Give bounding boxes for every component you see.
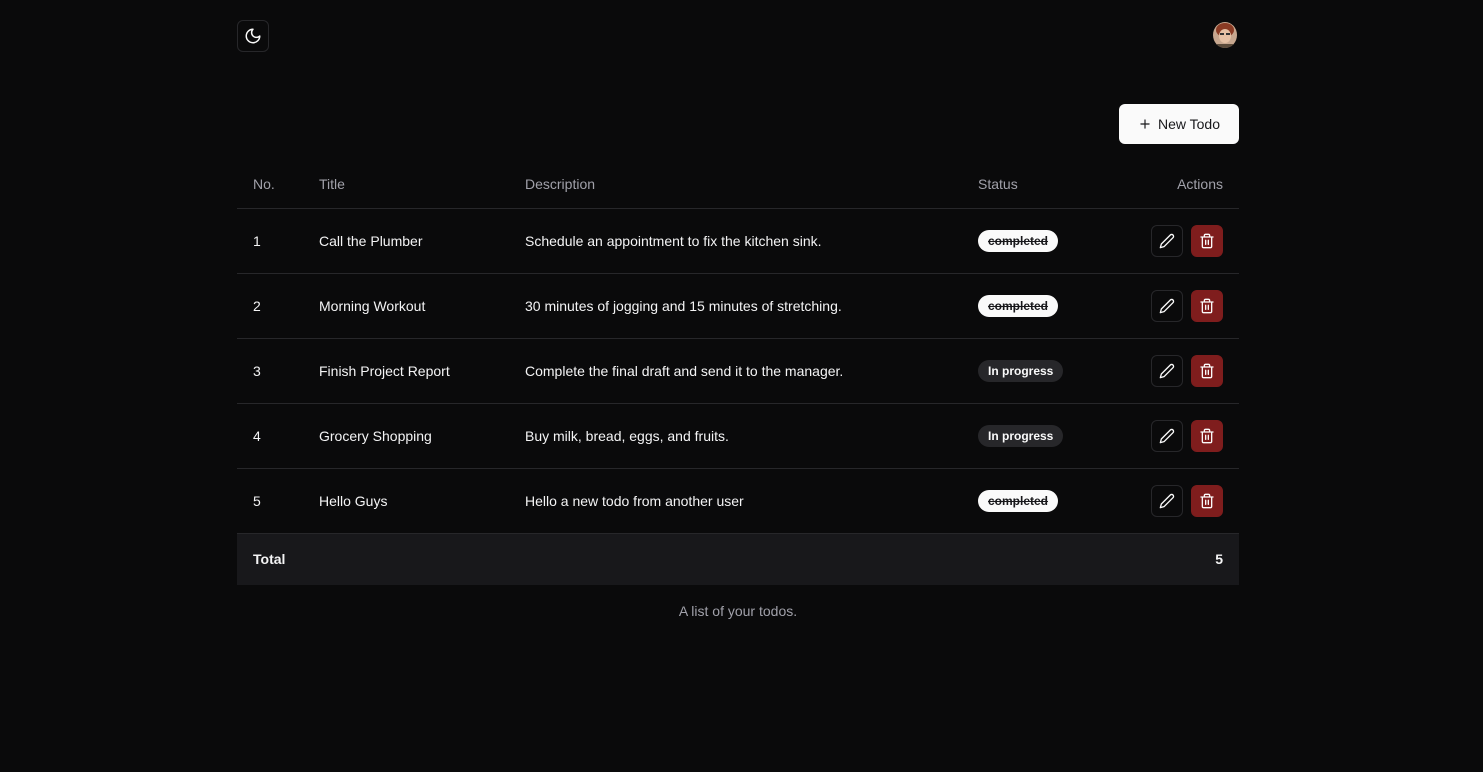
row-description: Complete the final draft and send it to … [509, 338, 962, 404]
trash-icon [1200, 298, 1214, 313]
row-title: Finish Project Report [303, 338, 509, 404]
status-badge: completed [978, 489, 1059, 512]
row-actions [1106, 273, 1239, 339]
avatar-image-icon [1213, 22, 1237, 48]
status-badge: completed [978, 229, 1059, 252]
table-row: 3 Finish Project Report Complete the fin… [237, 338, 1239, 404]
pencil-icon [1159, 363, 1175, 378]
trash-icon [1200, 493, 1214, 508]
trash-icon [1200, 233, 1214, 248]
row-title: Morning Workout [303, 273, 509, 339]
edit-button[interactable] [1151, 419, 1183, 452]
plus-icon [1140, 119, 1150, 129]
delete-button[interactable] [1191, 224, 1223, 257]
row-title: Grocery Shopping [303, 403, 509, 469]
table-row: 2 Morning Workout 30 minutes of jogging … [237, 273, 1239, 339]
header-actions: Actions [1106, 160, 1239, 209]
row-status-cell: In progress [962, 338, 1106, 404]
row-actions [1106, 208, 1239, 274]
row-number: 5 [237, 468, 303, 534]
row-status-cell: In progress [962, 403, 1106, 469]
table-row: 5 Hello Guys Hello a new todo from anoth… [237, 468, 1239, 534]
trash-icon [1200, 363, 1214, 378]
row-status-cell: completed [962, 273, 1106, 339]
edit-button[interactable] [1151, 224, 1183, 257]
theme-toggle-button[interactable] [237, 20, 269, 52]
row-title: Call the Plumber [303, 208, 509, 274]
delete-button[interactable] [1191, 354, 1223, 387]
pencil-icon [1159, 493, 1175, 508]
table-row: 1 Call the Plumber Schedule an appointme… [237, 208, 1239, 274]
row-actions [1106, 338, 1239, 404]
row-description: 30 minutes of jogging and 15 minutes of … [509, 273, 962, 339]
header-status: Status [962, 160, 1106, 209]
row-actions [1106, 468, 1239, 534]
status-badge: completed [978, 294, 1059, 317]
table-header-row: No. Title Description Status Actions [237, 160, 1239, 209]
row-description: Hello a new todo from another user [509, 468, 962, 534]
delete-button[interactable] [1191, 419, 1223, 452]
pencil-icon [1159, 298, 1175, 313]
row-status-cell: completed [962, 468, 1106, 534]
table-caption: A list of your todos. [678, 603, 798, 619]
row-actions [1106, 403, 1239, 469]
edit-button[interactable] [1151, 289, 1183, 322]
row-status-cell: completed [962, 208, 1106, 274]
row-number: 3 [237, 338, 303, 404]
new-todo-button[interactable]: New Todo [1119, 104, 1239, 144]
row-number: 1 [237, 208, 303, 274]
delete-button[interactable] [1191, 484, 1223, 517]
user-avatar[interactable] [1213, 22, 1237, 48]
pencil-icon [1159, 233, 1175, 248]
status-badge: In progress [978, 424, 1064, 447]
table-row: 4 Grocery Shopping Buy milk, bread, eggs… [237, 403, 1239, 469]
row-description: Buy milk, bread, eggs, and fruits. [509, 403, 962, 469]
edit-button[interactable] [1151, 354, 1183, 387]
total-label: Total [237, 533, 1106, 585]
total-value: 5 [1106, 533, 1239, 585]
row-description: Schedule an appointment to fix the kitch… [509, 208, 962, 274]
table-footer-row: Total 5 [237, 533, 1239, 585]
delete-button[interactable] [1191, 289, 1223, 322]
header-title: Title [303, 160, 509, 209]
moon-icon [245, 28, 261, 44]
edit-button[interactable] [1151, 484, 1183, 517]
todo-table: No. Title Description Status Actions 1 C… [237, 160, 1239, 585]
app-container: New Todo No. Title Description Status Ac… [237, 0, 1239, 772]
row-number: 4 [237, 403, 303, 469]
pencil-icon [1159, 428, 1175, 443]
trash-icon [1200, 428, 1214, 443]
row-number: 2 [237, 273, 303, 339]
header-description: Description [509, 160, 962, 209]
row-title: Hello Guys [303, 468, 509, 534]
header-no: No. [237, 160, 303, 209]
new-todo-label: New Todo [1157, 116, 1220, 132]
status-badge: In progress [978, 359, 1064, 382]
